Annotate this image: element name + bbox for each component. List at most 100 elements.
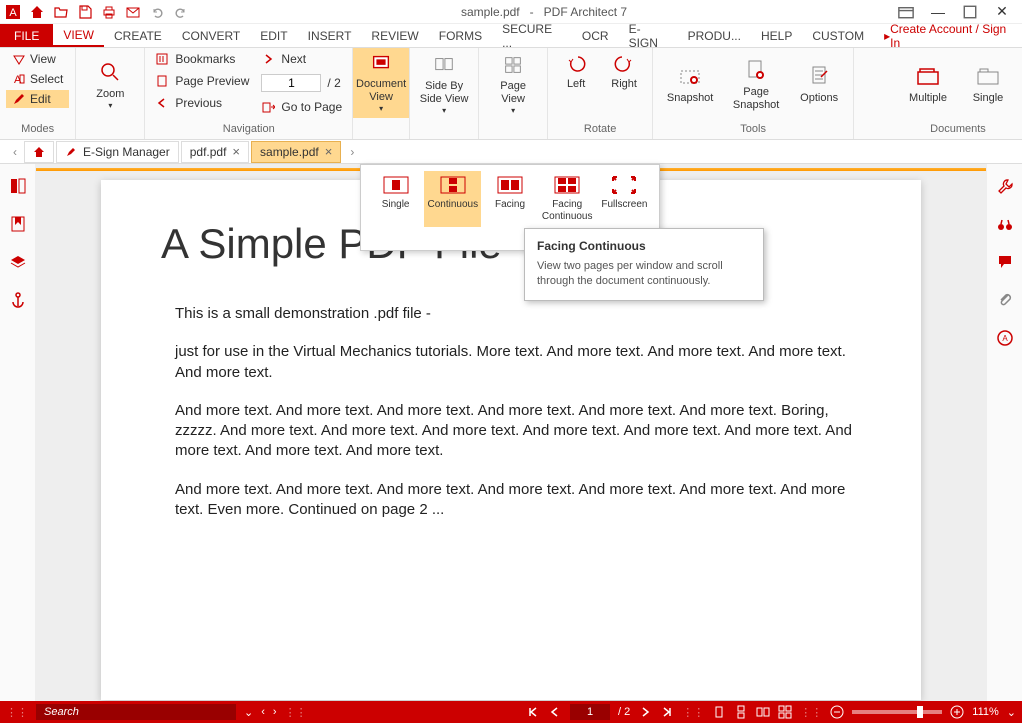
docs-single-button[interactable]: Single <box>960 50 1016 120</box>
minimize-ribbon-icon[interactable] <box>896 2 916 22</box>
layout-facing-icon[interactable] <box>756 705 770 719</box>
dd-continuous[interactable]: Continuous <box>424 171 481 227</box>
home-icon[interactable] <box>26 1 48 23</box>
tab-convert[interactable]: CONVERT <box>172 24 250 47</box>
zoom-thumb[interactable] <box>917 706 923 718</box>
dd-facing-continuous[interactable]: Facing Continuous <box>539 171 596 227</box>
close-icon[interactable]: × <box>232 144 240 159</box>
tab-scroll-left[interactable]: ‹ <box>6 145 24 159</box>
maximize-icon[interactable] <box>960 2 980 22</box>
layout-single-icon[interactable] <box>712 705 726 719</box>
ribbon: View ASelect Edit Modes Zoom▾ Bookmarks … <box>0 48 1022 140</box>
tab-secure[interactable]: SECURE ... <box>492 24 572 47</box>
stamp-icon[interactable]: A <box>993 326 1017 350</box>
save-icon[interactable] <box>74 1 96 23</box>
zoom-in-icon[interactable] <box>950 705 964 719</box>
page-number-input[interactable] <box>261 74 321 92</box>
right-panel: A <box>986 164 1022 717</box>
tab-insert[interactable]: INSERT <box>298 24 362 47</box>
workspace: A Simple PDF File This is a small demons… <box>0 164 1022 717</box>
side-by-side-button[interactable]: Side By Side View▾ <box>416 50 472 120</box>
tooltip-body: View two pages per window and scroll thr… <box>537 259 751 290</box>
tab-review[interactable]: REVIEW <box>361 24 428 47</box>
nav-bookmarks[interactable]: Bookmarks <box>151 50 253 68</box>
create-account-link[interactable]: ▸ Create Account / Sign In <box>874 24 1022 47</box>
tab-help[interactable]: HELP <box>751 24 802 47</box>
last-page-icon[interactable] <box>660 705 674 719</box>
thumbnails-icon[interactable] <box>6 174 30 198</box>
window-title: sample.pdf - PDF Architect 7 <box>192 5 896 19</box>
print-icon[interactable] <box>98 1 120 23</box>
tab-ocr[interactable]: OCR <box>572 24 619 47</box>
attachment-icon[interactable] <box>993 288 1017 312</box>
status-page-input[interactable] <box>570 704 610 720</box>
file-tab[interactable]: FILE <box>0 24 53 47</box>
dd-facing[interactable]: Facing <box>481 171 538 227</box>
page-snapshot-button[interactable]: Page Snapshot <box>725 50 787 120</box>
mode-edit[interactable]: Edit <box>6 90 69 108</box>
open-icon[interactable] <box>50 1 72 23</box>
rotate-left-button[interactable]: Left <box>554 50 598 90</box>
doc-tab-esign[interactable]: E-Sign Manager <box>56 141 179 163</box>
next-page-icon[interactable] <box>638 705 652 719</box>
svg-text:A: A <box>9 7 17 19</box>
doc-tab-home[interactable] <box>24 141 54 163</box>
undo-icon[interactable] <box>146 1 168 23</box>
zoom-out-icon[interactable] <box>830 705 844 719</box>
svg-text:A: A <box>1002 334 1008 343</box>
rotate-right-button[interactable]: Right <box>602 50 646 90</box>
tab-view[interactable]: VIEW <box>53 24 104 47</box>
tab-create[interactable]: CREATE <box>104 24 172 47</box>
tab-edit[interactable]: EDIT <box>250 24 297 47</box>
nav-goto-page[interactable]: Go to Page <box>257 98 346 116</box>
layout-continuous-icon[interactable] <box>734 705 748 719</box>
close-icon[interactable]: ✕ <box>992 2 1012 22</box>
layers-icon[interactable] <box>6 250 30 274</box>
document-tabs: ‹ E-Sign Manager pdf.pdf× sample.pdf× › <box>0 140 1022 164</box>
doc-tab-pdf[interactable]: pdf.pdf× <box>181 141 249 163</box>
search-prev-icon[interactable]: ‹ <box>261 706 265 718</box>
redo-icon[interactable] <box>170 1 192 23</box>
document-view-button[interactable]: Document View▾ <box>353 48 409 118</box>
options-button[interactable]: Options <box>791 50 847 120</box>
search-dropdown-icon[interactable]: ⌄ <box>244 706 253 719</box>
close-icon[interactable]: × <box>325 144 333 159</box>
search-next-icon[interactable]: › <box>273 706 277 718</box>
zoom-value: 111% <box>972 706 999 718</box>
zoom-dropdown-icon[interactable]: ⌄ <box>1007 706 1016 719</box>
nav-page-preview[interactable]: Page Preview <box>151 72 253 90</box>
nav-previous[interactable]: Previous <box>151 94 253 112</box>
nav-next[interactable]: Next <box>257 50 346 68</box>
page-view-button[interactable]: Page View▾ <box>485 50 541 120</box>
group-zoom: Zoom▾ <box>76 48 145 139</box>
tab-custom[interactable]: CUSTOM <box>802 24 874 47</box>
status-total-pages: / 2 <box>618 706 630 718</box>
anchor-icon[interactable] <box>6 288 30 312</box>
zoom-slider[interactable] <box>852 710 942 714</box>
comment-icon[interactable] <box>993 250 1017 274</box>
tab-scroll-right[interactable]: › <box>343 145 361 159</box>
tab-produce[interactable]: PRODU... <box>678 24 751 47</box>
wrench-icon[interactable] <box>993 174 1017 198</box>
dd-single[interactable]: Single <box>367 171 424 227</box>
tooltip: Facing Continuous View two pages per win… <box>524 228 764 301</box>
svg-text:A: A <box>14 74 22 86</box>
tab-forms[interactable]: FORMS <box>429 24 492 47</box>
zoom-button[interactable]: Zoom▾ <box>82 50 138 120</box>
snapshot-button[interactable]: Snapshot <box>659 50 721 120</box>
dd-fullscreen[interactable]: Fullscreen <box>596 171 653 227</box>
first-page-icon[interactable] <box>526 705 540 719</box>
tab-esign[interactable]: E-SIGN <box>619 24 678 47</box>
mode-select[interactable]: ASelect <box>6 70 69 88</box>
mode-view[interactable]: View <box>6 50 69 68</box>
layout-facing-cont-icon[interactable] <box>778 705 792 719</box>
minimize-icon[interactable]: — <box>928 2 948 22</box>
app-logo[interactable]: A <box>2 1 24 23</box>
search-input[interactable] <box>36 704 236 720</box>
binoculars-icon[interactable] <box>993 212 1017 236</box>
bookmarks-panel-icon[interactable] <box>6 212 30 236</box>
prev-page-icon[interactable] <box>548 705 562 719</box>
doc-tab-sample[interactable]: sample.pdf× <box>251 141 341 163</box>
docs-multiple-button[interactable]: Multiple <box>900 50 956 120</box>
email-icon[interactable] <box>122 1 144 23</box>
